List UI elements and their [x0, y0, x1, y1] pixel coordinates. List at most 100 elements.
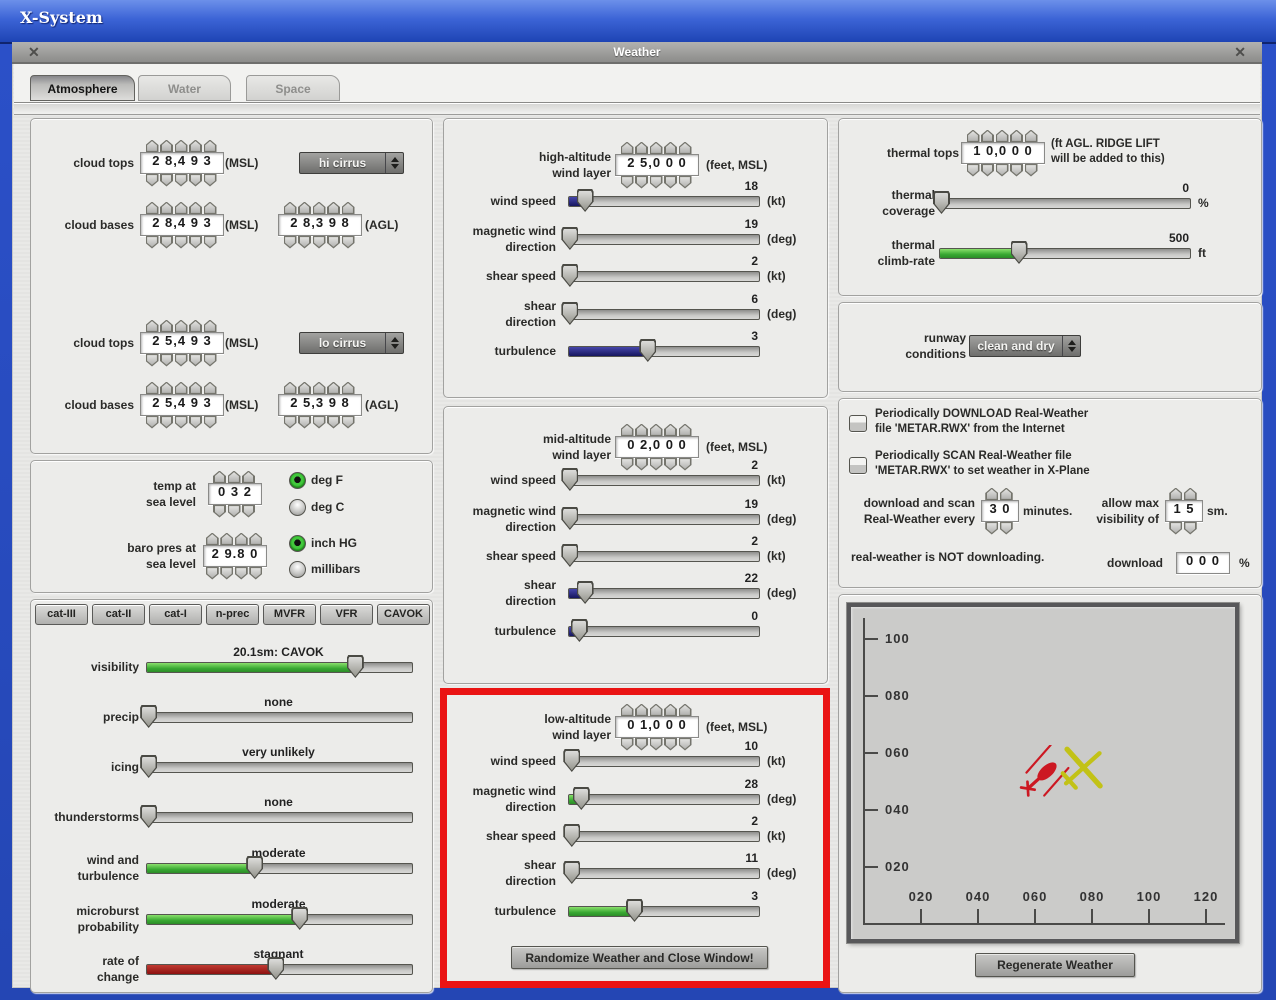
digit-up-arrow[interactable] [160, 320, 173, 333]
tab-atmosphere[interactable]: Atmosphere [30, 75, 135, 101]
digit-up-arrow[interactable] [664, 142, 677, 155]
digit-up-arrow[interactable] [175, 202, 188, 215]
digit-up-arrow[interactable] [228, 471, 241, 484]
wind-and-slider-track[interactable] [146, 863, 413, 874]
regenerate-weather-button[interactable]: Regenerate Weather [975, 953, 1135, 977]
shear-slider-track[interactable] [568, 588, 760, 599]
thermal-slider-track[interactable] [939, 198, 1191, 209]
digit-down-arrow[interactable] [1010, 164, 1023, 177]
digit-down-arrow[interactable] [175, 416, 188, 429]
digit-up-arrow[interactable] [284, 382, 297, 395]
digit-up-arrow[interactable] [679, 142, 692, 155]
digit-up-arrow[interactable] [146, 202, 159, 215]
cloud-type-dropdown[interactable]: hi cirrus [299, 152, 404, 174]
digit-up-arrow[interactable] [204, 202, 217, 215]
digit-up-arrow[interactable] [242, 471, 255, 484]
digit-down-arrow[interactable] [189, 354, 202, 367]
precip-slider-track[interactable] [146, 712, 413, 723]
digit-down-arrow[interactable] [313, 236, 326, 249]
digit-up-arrow[interactable] [160, 140, 173, 153]
digit-up-arrow[interactable] [146, 382, 159, 395]
turbulence-slider-track[interactable] [568, 346, 760, 357]
preset-button-cat-i[interactable]: cat-I [149, 604, 202, 625]
digit-up-arrow[interactable] [327, 382, 340, 395]
microburst-slider-thumb[interactable] [291, 907, 308, 930]
digit-up-arrow[interactable] [298, 382, 311, 395]
digit-up-arrow[interactable] [284, 202, 297, 215]
digit-up-arrow[interactable] [621, 142, 634, 155]
digit-down-arrow[interactable] [175, 354, 188, 367]
digit-up-arrow[interactable] [967, 130, 980, 143]
download-progress-value[interactable]: 0 0 0 [1176, 552, 1230, 574]
digit-down-arrow[interactable] [235, 567, 248, 580]
digit-down-arrow[interactable] [249, 567, 262, 580]
digit-down-arrow[interactable] [242, 505, 255, 518]
digit-down-arrow[interactable] [996, 164, 1009, 177]
digit-down-arrow[interactable] [981, 164, 994, 177]
digit-up-arrow[interactable] [213, 471, 226, 484]
digit-down-arrow[interactable] [160, 416, 173, 429]
digit-up-arrow[interactable] [1000, 488, 1013, 501]
digit-up-arrow[interactable] [650, 424, 663, 437]
shear-speed-slider-track[interactable] [568, 551, 760, 562]
shear-speed-slider-track[interactable] [568, 271, 760, 282]
thermal-slider-track[interactable] [939, 248, 1191, 259]
thermal-slider-thumb[interactable] [933, 191, 950, 214]
digit-down-arrow[interactable] [204, 416, 217, 429]
precip-slider-thumb[interactable] [140, 705, 157, 728]
digit-down-arrow[interactable] [204, 354, 217, 367]
magnetic-wind-slider-thumb[interactable] [561, 507, 578, 530]
digit-down-arrow[interactable] [206, 567, 219, 580]
digit-down-arrow[interactable] [985, 522, 998, 535]
digit-down-arrow[interactable] [146, 416, 159, 429]
wind-and-slider-thumb[interactable] [246, 856, 263, 879]
digit-up-arrow[interactable] [175, 140, 188, 153]
digit-up-arrow[interactable] [342, 382, 355, 395]
wind-layer-altitude-value[interactable]: 0 2,0 0 0 [615, 436, 699, 458]
turbulence-slider-track[interactable] [568, 906, 760, 917]
digit-up-arrow[interactable] [342, 202, 355, 215]
digit-up-arrow[interactable] [650, 704, 663, 717]
digit-down-arrow[interactable] [342, 236, 355, 249]
shear-slider-thumb[interactable] [563, 861, 580, 884]
turbulence-slider-thumb[interactable] [626, 899, 643, 922]
digit-up-arrow[interactable] [981, 130, 994, 143]
digit-up-arrow[interactable] [235, 533, 248, 546]
digit-down-arrow[interactable] [146, 236, 159, 249]
shear-speed-slider-track[interactable] [568, 831, 760, 842]
runway-conditions-dropdown[interactable]: clean and dry [969, 335, 1081, 357]
shear-slider-thumb[interactable] [577, 581, 594, 604]
temp-value[interactable]: 0 3 2 [208, 483, 262, 505]
icing-slider-thumb[interactable] [140, 755, 157, 778]
digit-down-arrow[interactable] [342, 416, 355, 429]
wind-speed-slider-thumb[interactable] [563, 749, 580, 772]
magnetic-wind-slider-track[interactable] [568, 514, 760, 525]
digit-down-arrow[interactable] [1000, 522, 1013, 535]
wind-speed-slider-thumb[interactable] [577, 189, 594, 212]
digit-up-arrow[interactable] [189, 382, 202, 395]
visibility-slider-thumb[interactable] [347, 655, 364, 678]
tab-water[interactable]: Water [138, 75, 231, 101]
shear-slider-track[interactable] [568, 309, 760, 320]
digit-up-arrow[interactable] [664, 704, 677, 717]
digit-up-arrow[interactable] [175, 382, 188, 395]
digit-down-arrow[interactable] [213, 505, 226, 518]
preset-button-n-prec[interactable]: n-prec [206, 604, 259, 625]
digit-up-arrow[interactable] [220, 533, 233, 546]
magnetic-wind-slider-thumb[interactable] [561, 227, 578, 250]
cloud-bases-msl-value[interactable]: 2 5,4 9 3 [140, 394, 224, 416]
digit-down-arrow[interactable] [204, 236, 217, 249]
turbulence-slider-thumb[interactable] [571, 619, 588, 642]
preset-button-cat-iii[interactable]: cat-III [35, 604, 88, 625]
digit-down-arrow[interactable] [228, 505, 241, 518]
digit-up-arrow[interactable] [204, 320, 217, 333]
cloud-bases-agl-value[interactable]: 2 8,3 9 8 [278, 214, 362, 236]
digit-up-arrow[interactable] [189, 202, 202, 215]
digit-down-arrow[interactable] [220, 567, 233, 580]
digit-down-arrow[interactable] [175, 174, 188, 187]
turbulence-slider-track[interactable] [568, 626, 760, 637]
digit-up-arrow[interactable] [664, 424, 677, 437]
digit-up-arrow[interactable] [206, 533, 219, 546]
cloud-tops-value[interactable]: 2 8,4 9 3 [140, 152, 224, 174]
digit-down-arrow[interactable] [175, 236, 188, 249]
